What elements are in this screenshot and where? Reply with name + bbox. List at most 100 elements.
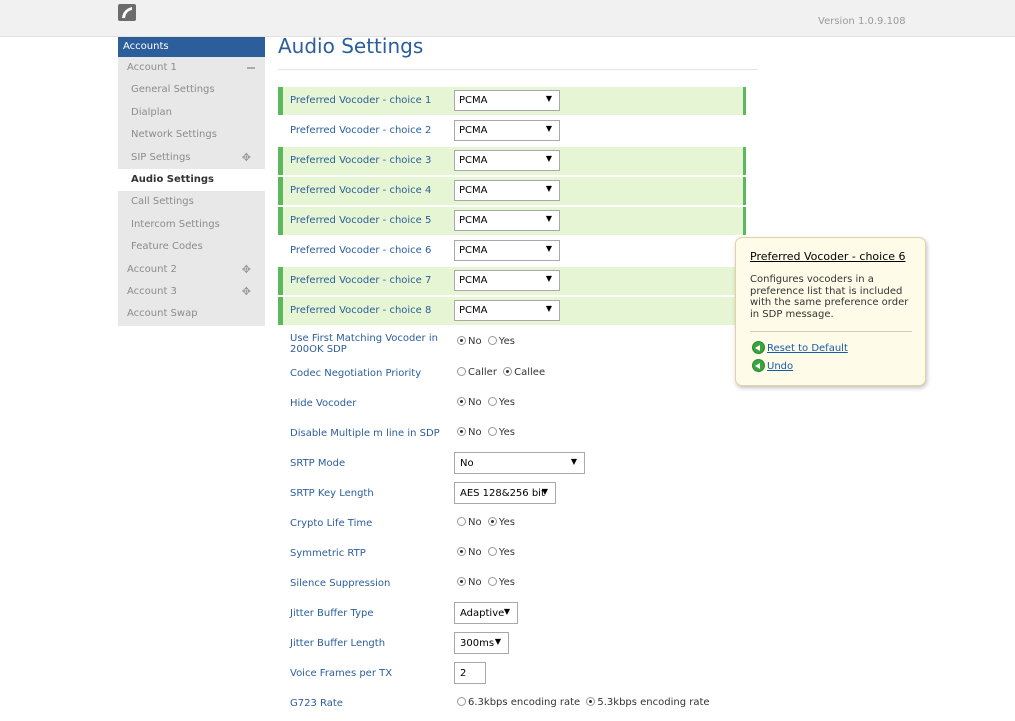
reset-to-default-link[interactable]: Reset to Default xyxy=(752,341,848,354)
radio-yes[interactable] xyxy=(487,427,497,436)
field-label: SRTP Mode xyxy=(290,458,346,469)
sidebar-item-intercom-settings[interactable]: Intercom Settings xyxy=(118,213,265,237)
expand-icon[interactable]: ✥ xyxy=(242,263,251,276)
vocoder-select-8[interactable]: PCMA ▼ xyxy=(454,300,560,321)
sidebar-header-accounts[interactable]: Accounts xyxy=(118,37,265,57)
select-value: No xyxy=(460,458,474,469)
radio-group: No Yes xyxy=(457,577,518,588)
vocoder-select-4[interactable]: PCMA ▼ xyxy=(454,180,560,201)
tooltip-divider xyxy=(750,331,912,332)
field-label: Voice Frames per TX xyxy=(290,668,393,679)
field-label: Jitter Buffer Type xyxy=(290,608,374,619)
vocoder-row-2: Preferred Vocoder - choice 2 PCMA ▼ xyxy=(278,117,746,145)
radio-label: 5.3kbps encoding rate xyxy=(597,697,710,708)
vocoder-label: Preferred Vocoder - choice 4 xyxy=(290,185,432,196)
radio-6-3kbps[interactable] xyxy=(457,697,466,706)
srtp-mode-select[interactable]: No ▼ xyxy=(454,452,585,474)
sidebar-item-dialplan[interactable]: Dialplan xyxy=(118,101,265,125)
radio-label: No xyxy=(468,577,482,588)
voice-frames-input[interactable]: 2 xyxy=(454,662,486,684)
radio-yes[interactable] xyxy=(487,547,497,556)
link-label: Reset to Default xyxy=(767,343,848,354)
select-value: PCMA xyxy=(459,95,488,106)
sidebar-item-account-3[interactable]: Account 3 ✥ xyxy=(118,280,265,304)
tooltip-description: Configures vocoders in a preference list… xyxy=(750,274,909,320)
radio-label: Callee xyxy=(514,367,546,378)
sidebar-item-label: Account 3 xyxy=(127,285,177,297)
radio-yes[interactable] xyxy=(487,397,497,406)
field-label: G723 Rate xyxy=(290,698,343,709)
undo-link[interactable]: Undo xyxy=(752,359,793,372)
vocoder-select-2[interactable]: PCMA ▼ xyxy=(454,120,560,141)
radio-no[interactable] xyxy=(457,427,466,436)
sidebar-item-call-settings[interactable]: Call Settings xyxy=(118,191,265,214)
dropdown-arrow-icon: ▼ xyxy=(545,154,552,163)
select-value: PCMA xyxy=(459,215,488,226)
dropdown-arrow-icon: ▼ xyxy=(545,214,552,223)
sidebar-item-account-2[interactable]: Account 2 ✥ xyxy=(118,258,265,281)
jitter-buffer-length-select[interactable]: 300ms ▼ xyxy=(454,632,509,654)
radio-label: 6.3kbps encoding rate xyxy=(468,697,581,708)
radio-callee[interactable] xyxy=(503,367,513,376)
expand-icon[interactable]: ✥ xyxy=(242,151,251,164)
dropdown-arrow-icon: ▼ xyxy=(545,94,552,103)
radio-yes[interactable] xyxy=(487,577,497,586)
sidebar-item-network-settings[interactable]: Network Settings xyxy=(118,124,265,147)
vocoder-select-5[interactable]: PCMA ▼ xyxy=(454,210,560,231)
radio-no[interactable] xyxy=(457,517,466,526)
vocoder-select-6[interactable]: PCMA ▼ xyxy=(454,240,560,261)
field-label: Crypto Life Time xyxy=(290,518,373,529)
vocoder-label: Preferred Vocoder - choice 5 xyxy=(290,215,432,226)
vocoder-select-1[interactable]: PCMA ▼ xyxy=(454,90,560,111)
radio-no[interactable] xyxy=(457,577,466,586)
radio-group: 6.3kbps encoding rate 5.3kbps encoding r… xyxy=(457,697,713,708)
sidebar-item-sip-settings[interactable]: SIP Settings ✥ xyxy=(118,146,265,169)
jitter-buffer-type-select[interactable]: Adaptive ▼ xyxy=(454,602,518,624)
radio-label: Yes xyxy=(498,517,515,528)
sidebar-item-general-settings[interactable]: General Settings xyxy=(118,79,265,102)
radio-5-3kbps[interactable] xyxy=(586,697,596,706)
radio-group: Caller Callee xyxy=(457,367,548,378)
radio-no[interactable] xyxy=(457,397,466,406)
dropdown-arrow-icon: ▼ xyxy=(545,274,552,283)
radio-no[interactable] xyxy=(457,547,466,556)
radio-label: No xyxy=(468,397,482,408)
sidebar-item-label: General Settings xyxy=(131,84,215,96)
expand-icon[interactable]: ✥ xyxy=(242,285,251,298)
radio-group: No Yes xyxy=(457,517,518,528)
radio-label: Yes xyxy=(498,336,515,347)
select-value: Adaptive xyxy=(460,608,505,619)
vocoder-select-3[interactable]: PCMA ▼ xyxy=(454,150,560,171)
vocoder-label: Preferred Vocoder - choice 6 xyxy=(290,245,432,256)
radio-yes[interactable] xyxy=(487,517,497,526)
field-label: Symmetric RTP xyxy=(290,548,366,559)
radio-caller[interactable] xyxy=(457,367,466,376)
vocoder-select-7[interactable]: PCMA ▼ xyxy=(454,270,560,291)
radio-label: No xyxy=(468,517,482,528)
sidebar-item-label: Intercom Settings xyxy=(131,218,220,230)
firmware-version: Version 1.0.9.108 xyxy=(818,16,906,27)
select-value: PCMA xyxy=(459,305,488,316)
vocoder-label: Preferred Vocoder - choice 1 xyxy=(290,95,432,106)
sidebar-item-account-1[interactable]: Account 1 xyxy=(118,57,265,80)
sidebar-item-label: Account 1 xyxy=(127,62,177,73)
sidebar-item-account-swap[interactable]: Account Swap xyxy=(118,303,265,326)
label-line-1: Use First Matching Vocoder in xyxy=(290,333,438,344)
sidebar-item-label: Audio Settings xyxy=(131,173,214,185)
field-label: Use First Matching Vocoder in 200OK SDP xyxy=(290,333,438,355)
radio-label: Caller xyxy=(468,367,497,378)
collapse-icon[interactable] xyxy=(247,67,255,69)
reset-arrow-icon xyxy=(752,341,765,354)
field-label: Silence Suppression xyxy=(290,578,391,589)
radio-label: Yes xyxy=(498,577,515,588)
radio-no[interactable] xyxy=(457,336,466,345)
sidebar-item-audio-settings[interactable]: Audio Settings xyxy=(118,168,265,192)
dropdown-arrow-icon: ▼ xyxy=(494,637,501,646)
radio-yes[interactable] xyxy=(487,336,497,345)
sidebar-item-feature-codes[interactable]: Feature Codes xyxy=(118,236,265,259)
sidebar-item-label: SIP Settings xyxy=(131,151,191,163)
select-value: PCMA xyxy=(459,275,488,286)
field-label: Jitter Buffer Length xyxy=(290,638,386,649)
srtp-key-length-select[interactable]: AES 128&256 bit ▼ xyxy=(454,482,556,504)
sidebar-item-label: Account 2 xyxy=(127,263,177,275)
